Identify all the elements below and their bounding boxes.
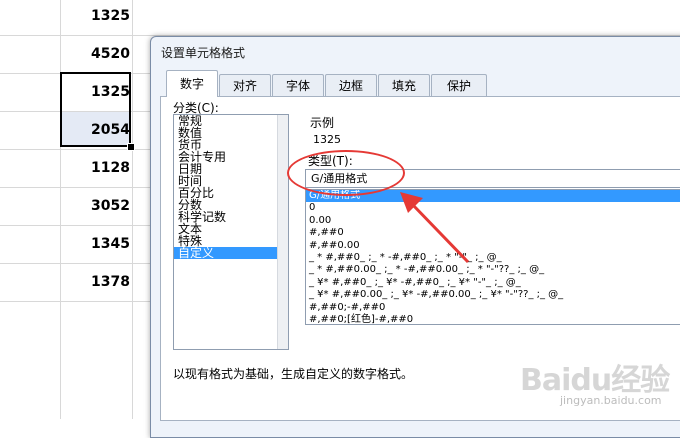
tab-alignment[interactable]: 对齐 (219, 74, 271, 96)
sample-value: 1325 (313, 133, 341, 146)
cell-value[interactable]: 1128 (62, 160, 130, 176)
type-item[interactable]: #,##0 (306, 227, 680, 239)
cell-value[interactable]: 1325 (62, 84, 130, 100)
category-list[interactable]: 常规 数值 货币 会计专用 日期 时间 百分比 分数 科学记数 文本 特殊 自定… (173, 114, 289, 350)
type-item[interactable]: 0 (306, 202, 680, 214)
type-item[interactable]: _ ¥* #,##0_ ;_ ¥* -#,##0_ ;_ ¥* "-"_ ;_ … (306, 277, 680, 289)
category-scrollbar[interactable] (277, 115, 288, 349)
cell-value[interactable]: 1345 (62, 236, 130, 252)
column-border (132, 0, 133, 419)
cell-value[interactable]: 2054 (62, 122, 130, 138)
fill-handle[interactable] (127, 143, 135, 151)
sample-label: 示例 (310, 116, 335, 130)
cell-value[interactable]: 1325 (62, 8, 130, 24)
type-item[interactable]: 0.00 (306, 215, 680, 227)
type-item[interactable]: #,##0.00 (306, 240, 680, 252)
type-list[interactable]: G/通用格式 0 0.00 #,##0 #,##0.00 _ * #,##0_ … (305, 189, 680, 325)
tab-fill[interactable]: 填充 (378, 74, 430, 96)
tab-border[interactable]: 边框 (325, 74, 377, 96)
type-item[interactable]: #,##0;[红色]-#,##0 (306, 314, 680, 324)
column-border (60, 0, 61, 419)
dialog-title: 设置单元格格式 (161, 46, 246, 60)
type-item[interactable]: _ ¥* #,##0.00_ ;_ ¥* -#,##0.00_ ;_ ¥* "-… (306, 289, 680, 301)
cell-value[interactable]: 4520 (62, 46, 130, 62)
cell-value[interactable]: 3052 (62, 198, 130, 214)
watermark-url: jingyan.baidu.com (560, 394, 662, 407)
type-item[interactable]: #,##0;-#,##0 (306, 302, 680, 314)
type-item[interactable]: _ * #,##0.00_ ;_ * -#,##0.00_ ;_ * "-"??… (306, 264, 680, 276)
annotation-oval (287, 150, 405, 196)
category-item-custom[interactable]: 自定义 (174, 247, 288, 259)
tab-font[interactable]: 字体 (272, 74, 324, 96)
watermark-logo: Baidu经验 (520, 363, 670, 398)
type-item[interactable]: _ * #,##0_ ;_ * -#,##0_ ;_ * "-"_ ;_ @_ (306, 252, 680, 264)
tab-number[interactable]: 数字 (166, 70, 218, 97)
format-description: 以现有格式为基础，生成自定义的数字格式。 (173, 367, 414, 381)
cell-value[interactable]: 1378 (62, 274, 130, 290)
tab-protection[interactable]: 保护 (431, 74, 487, 96)
